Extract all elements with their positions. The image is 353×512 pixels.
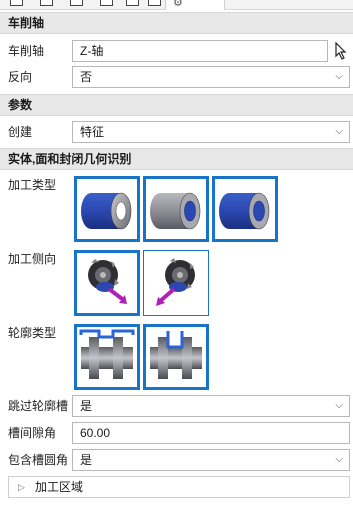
toolbar-icon-5[interactable] [126,0,139,6]
section-turning-axis[interactable]: 车削轴 [0,12,353,34]
profile-type-label: 轮廓类型 [8,326,57,340]
machining-type-inner-tile[interactable] [143,176,209,242]
include-groove-fillet-select[interactable]: 是 ⌵ [72,449,350,471]
turning-axis-label: 车削轴 [8,44,45,58]
include-groove-fillet-label: 包含槽圆角 [8,453,69,467]
section-parameters[interactable]: 参数 [0,94,353,116]
reverse-label: 反向 [8,70,33,84]
skip-groove-label: 跳过轮廓槽 [8,399,69,413]
top-toolbar: ⚙ [0,0,353,10]
profile-groove-icon [150,331,202,379]
groove-gap-angle-label: 槽间隙角 [8,426,57,440]
create-label: 创建 [8,125,33,139]
chevron-down-icon: ⌵ [335,454,343,465]
section-recognition[interactable]: 实体,面和封闭几何识别 [0,148,353,170]
reverse-value: 否 [80,70,93,84]
pick-cursor-icon[interactable] [334,42,348,60]
machining-side-left-tile[interactable] [74,250,140,316]
chevron-down-icon: ⌵ [335,126,343,137]
create-select[interactable]: 特征 ⌵ [72,121,350,143]
toolbar-icon-2[interactable] [40,0,53,6]
profile-type-outer-tile[interactable] [74,324,140,390]
chevron-down-icon: ⌵ [335,400,343,411]
groove-gap-angle-input[interactable]: 60.00 [72,422,350,444]
turning-axis-value: Z-轴 [80,44,104,58]
gear-icon[interactable]: ⚙ [173,0,183,9]
create-value: 特征 [80,125,105,139]
machining-side-label: 加工侧向 [8,252,57,266]
machining-region-label: 加工区域 [35,480,84,494]
cylinder-both-icon [219,192,270,230]
turning-axis-field[interactable]: Z-轴 [72,40,328,62]
cylinder-inner-icon [150,192,201,230]
toolbar-icon-4[interactable] [100,0,113,6]
machining-region-collapsible[interactable]: ▷ 加工区域 [8,476,350,498]
toolbar-icon-1[interactable] [10,0,23,6]
cylinder-outer-icon [81,192,132,230]
profile-outer-icon [79,329,135,379]
tool-side-right-icon [156,258,195,306]
tool-side-left-icon [88,259,127,304]
toolbar-icon-3[interactable] [70,0,83,6]
include-groove-fillet-value: 是 [80,453,93,467]
skip-groove-value: 是 [80,399,93,413]
machining-type-label: 加工类型 [8,178,57,192]
reverse-select[interactable]: 否 ⌵ [72,66,350,88]
expand-triangle-icon: ▷ [18,482,25,492]
machining-side-right-tile[interactable] [143,250,209,316]
profile-type-groove-tile[interactable] [143,324,209,390]
chevron-down-icon: ⌵ [335,71,343,82]
toolbar-icon-6[interactable] [148,0,161,6]
machining-type-both-tile[interactable] [212,176,278,242]
skip-groove-select[interactable]: 是 ⌵ [72,395,350,417]
machining-type-outer-tile[interactable] [74,176,140,242]
groove-gap-angle-value: 60.00 [80,426,111,440]
